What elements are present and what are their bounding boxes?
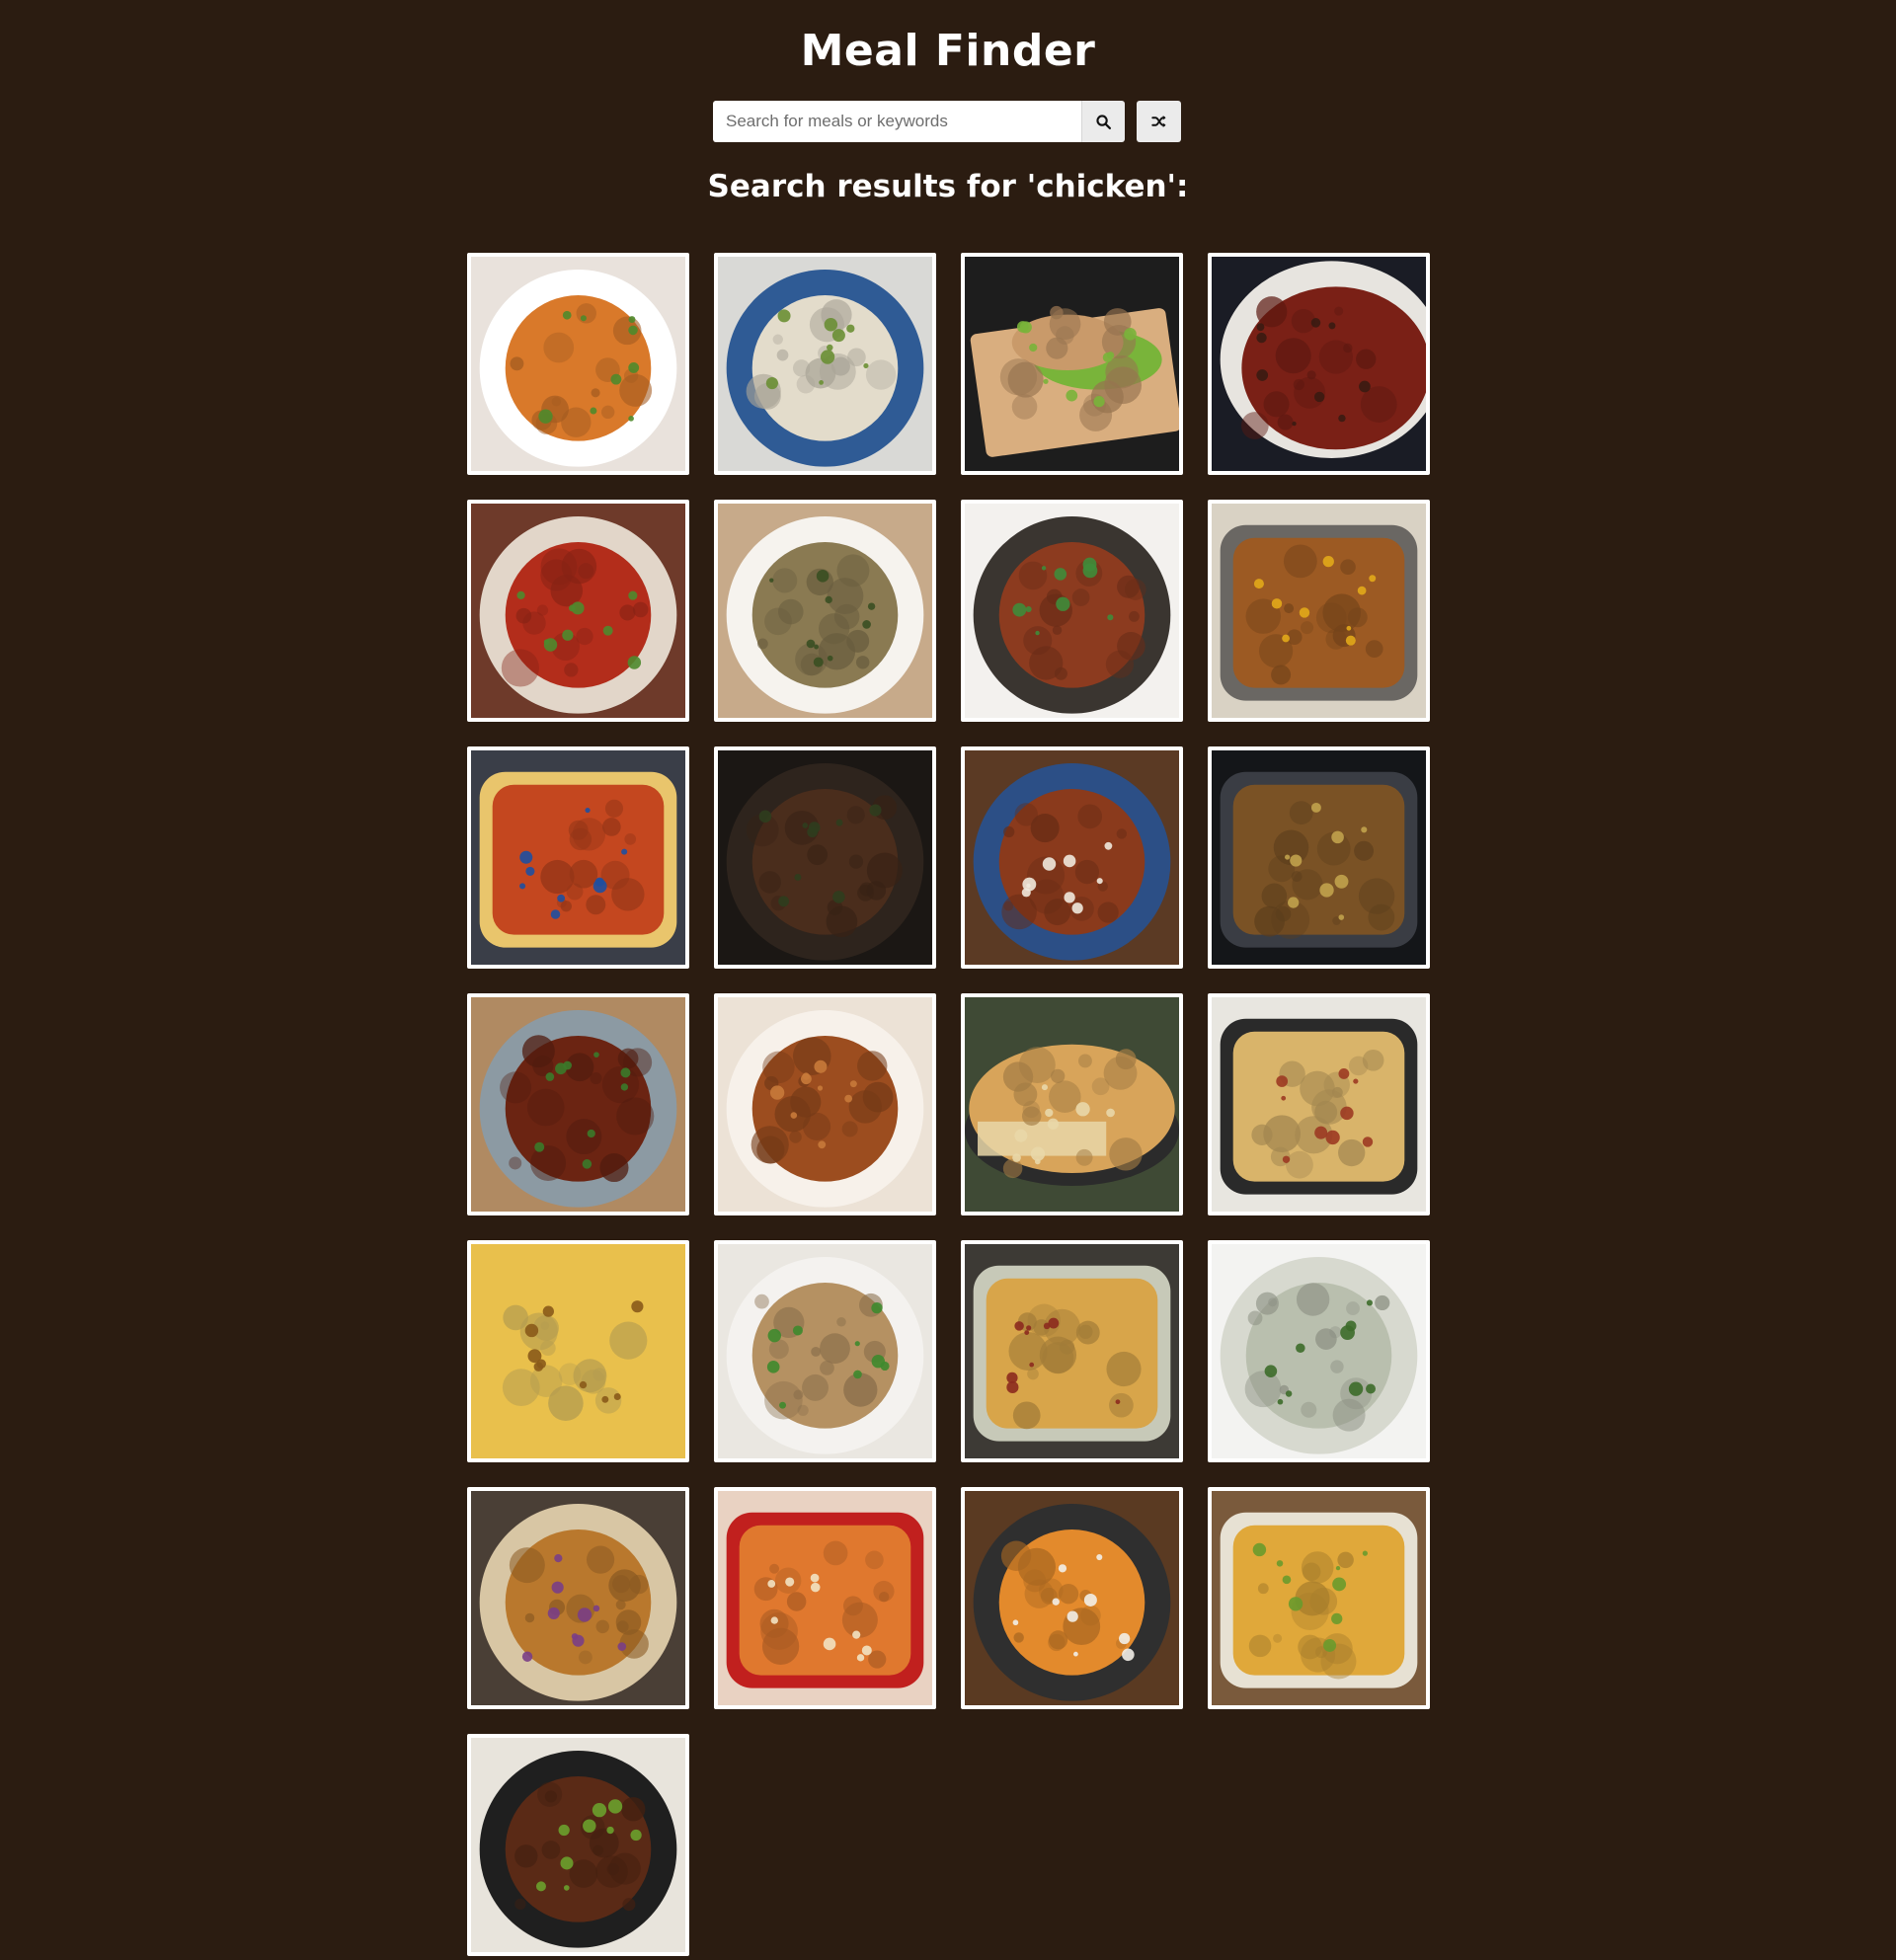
search-bar [713,101,1181,142]
meal-image [965,997,1179,1212]
random-meal-button[interactable] [1137,101,1181,142]
meal-card[interactable] [467,1734,689,1956]
meal-image [718,504,932,718]
meal-card[interactable] [714,1487,936,1709]
meal-image [471,997,685,1212]
meal-image [471,1244,685,1458]
meal-card[interactable] [467,500,689,722]
meal-image [1212,997,1426,1212]
meal-image [471,504,685,718]
meal-card[interactable] [1208,746,1430,969]
meal-card[interactable] [714,1240,936,1462]
meal-image [718,257,932,471]
meal-image [1212,1244,1426,1458]
meals-grid [467,253,1431,1956]
meal-image [471,1491,685,1705]
meal-image [718,1491,932,1705]
meal-card[interactable] [961,1487,1183,1709]
meal-card[interactable] [961,1240,1183,1462]
meal-image [718,997,932,1212]
meal-card[interactable] [714,500,936,722]
meal-image [965,257,1179,471]
meal-image [1212,1491,1426,1705]
meal-card[interactable] [961,746,1183,969]
meal-image [718,750,932,965]
meal-card[interactable] [467,993,689,1215]
results-heading: Search results for 'chicken': [707,169,1189,204]
meal-image [965,1244,1179,1458]
meal-image [471,257,685,471]
meal-card[interactable] [1208,500,1430,722]
meal-card[interactable] [1208,1240,1430,1462]
search-input[interactable] [713,101,1081,142]
meal-image [965,750,1179,965]
meal-card[interactable] [714,993,936,1215]
search-button[interactable] [1081,101,1125,142]
meal-card[interactable] [714,253,936,475]
meal-card[interactable] [961,253,1183,475]
meal-image [471,750,685,965]
search-form [713,101,1125,142]
meal-image [965,1491,1179,1705]
search-icon [1096,114,1112,129]
meal-card[interactable] [1208,253,1430,475]
page-title: Meal Finder [800,26,1096,76]
meal-image [965,504,1179,718]
meal-card[interactable] [961,993,1183,1215]
meal-image [471,1738,685,1952]
meal-card[interactable] [714,746,936,969]
meal-card[interactable] [467,746,689,969]
meal-card[interactable] [467,1240,689,1462]
meal-image [1212,504,1426,718]
shuffle-icon [1150,116,1165,127]
meal-image [718,1244,932,1458]
meal-card[interactable] [467,253,689,475]
meal-card[interactable] [467,1487,689,1709]
meal-image [1212,750,1426,965]
meal-card[interactable] [1208,1487,1430,1709]
meal-card[interactable] [1208,993,1430,1215]
meal-image [1212,257,1426,471]
meal-card[interactable] [961,500,1183,722]
